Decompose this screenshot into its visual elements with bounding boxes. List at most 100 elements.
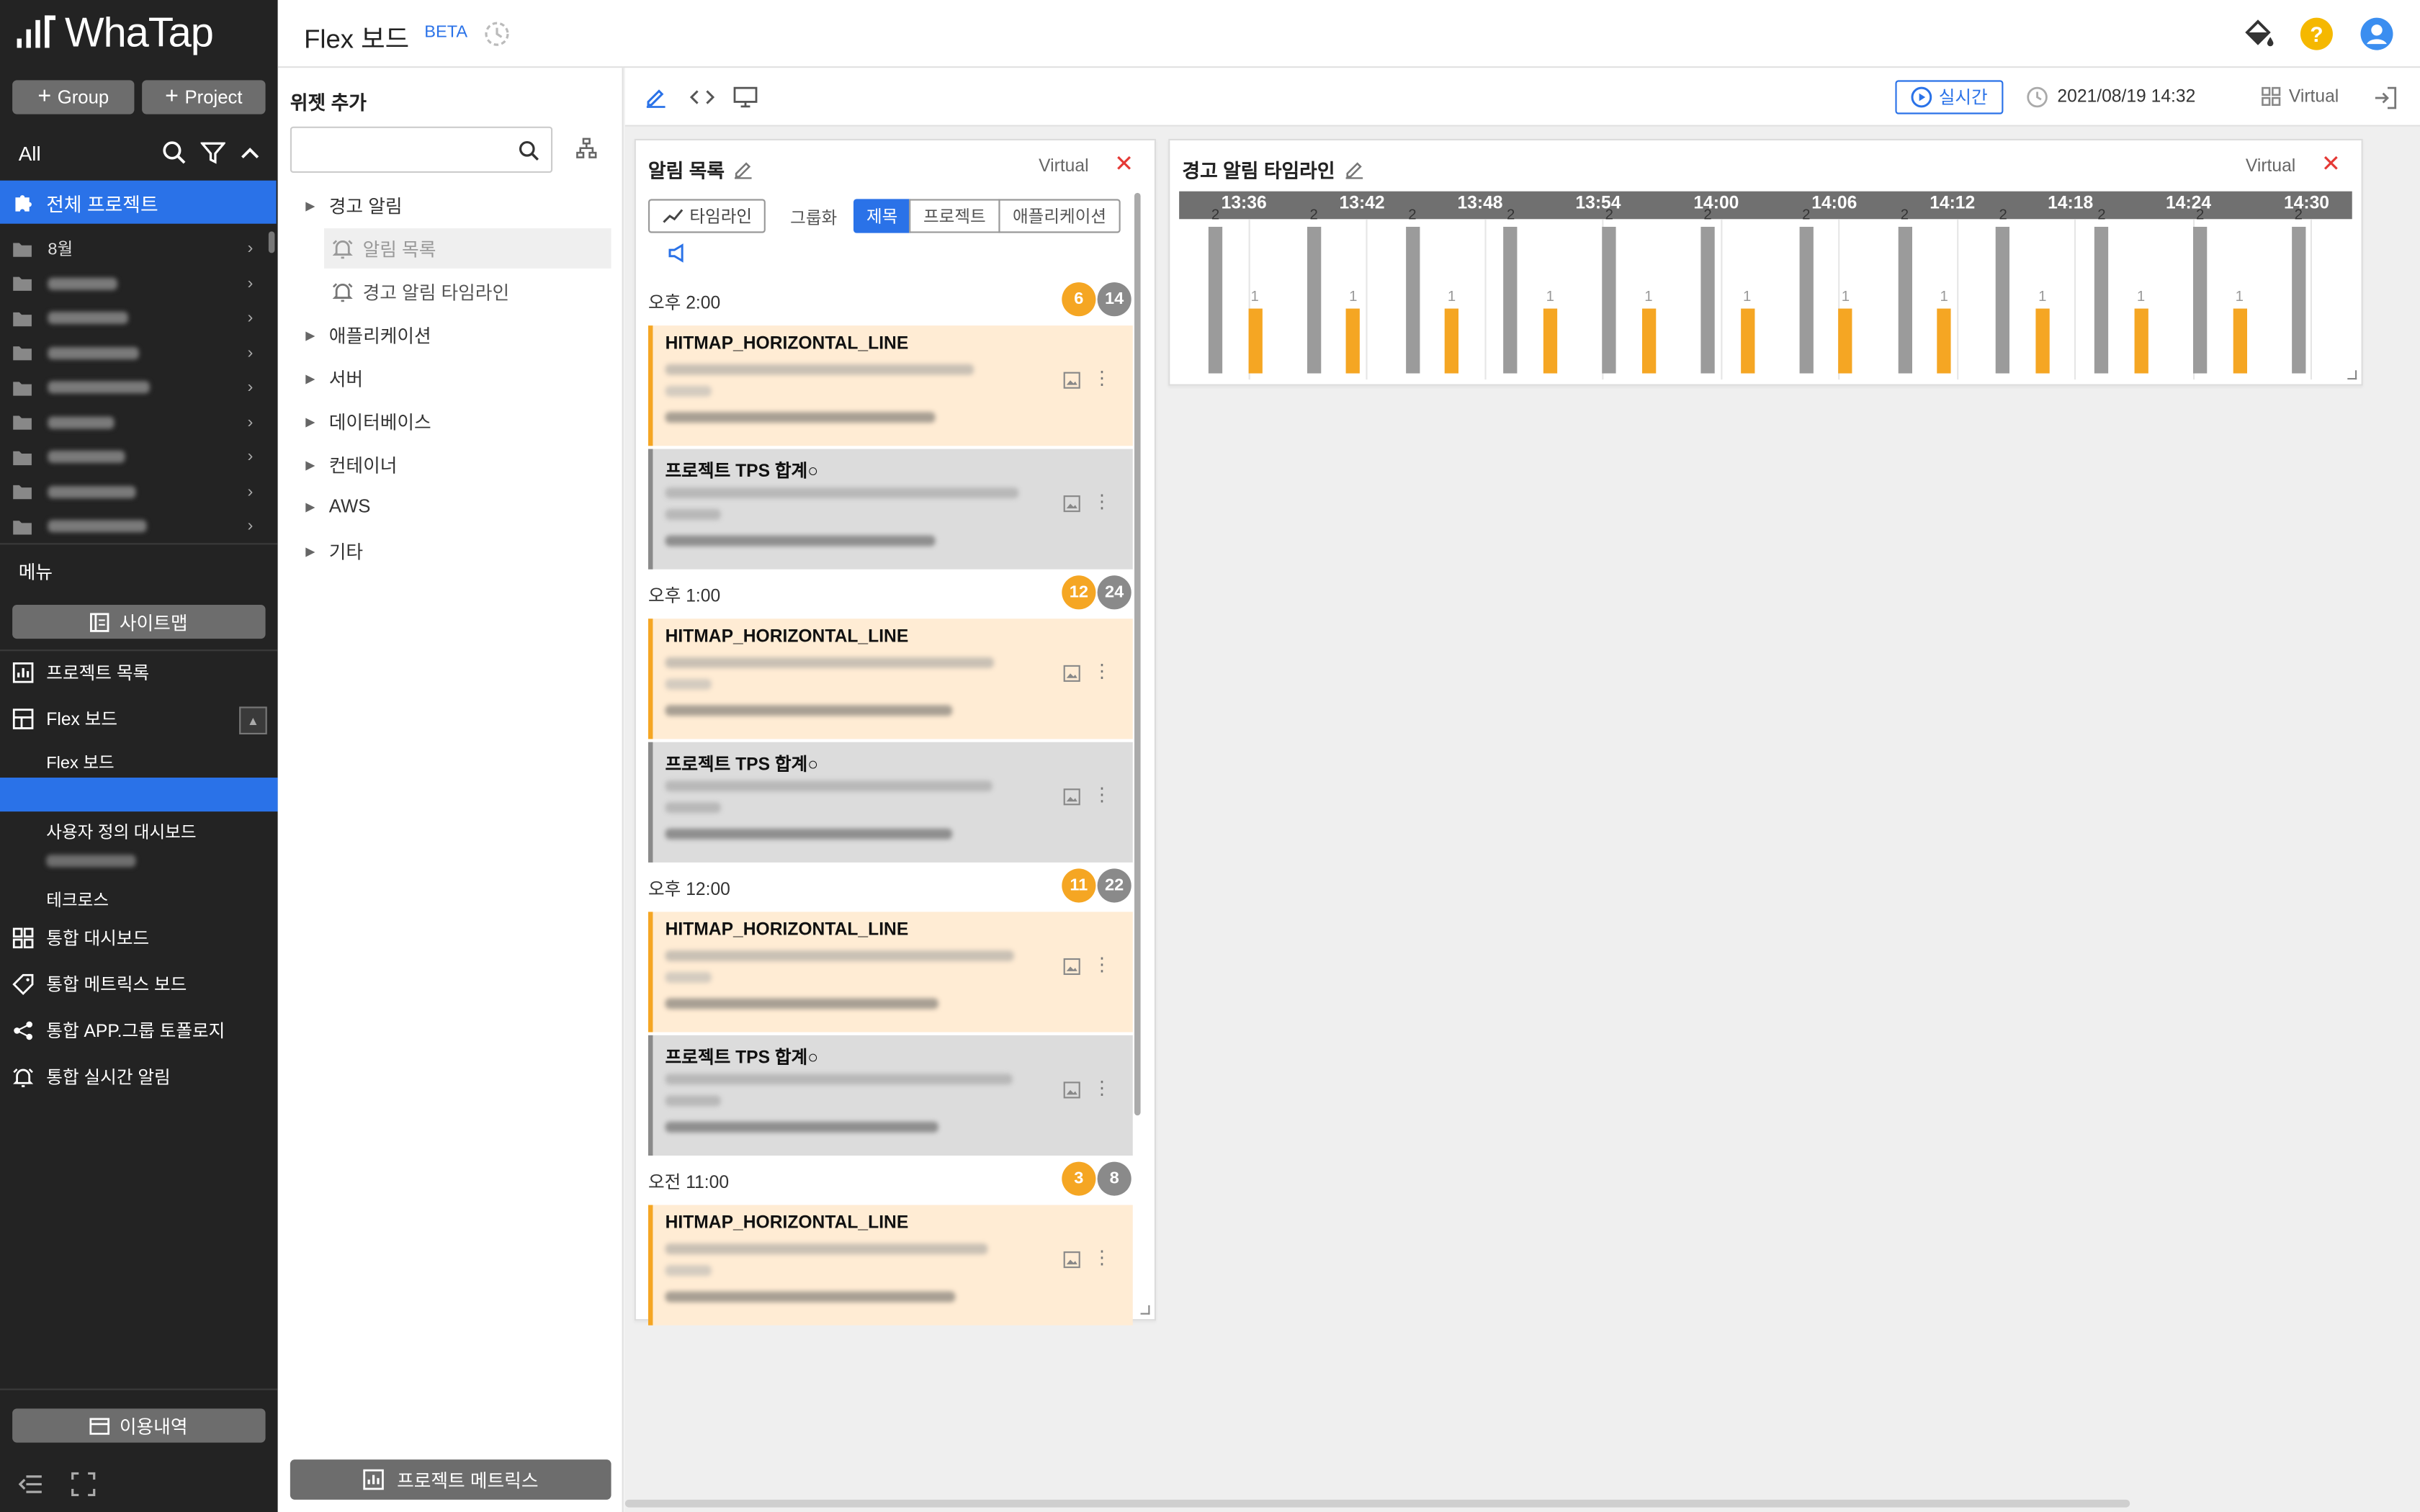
timeline-warning-bar[interactable]: [1543, 308, 1557, 374]
submenu-techcross[interactable]: 테크로스: [46, 887, 109, 912]
alert-item[interactable]: HITMAP_HORIZONTAL_LINE Horizontal line de…: [648, 912, 1133, 1032]
timeline-warning-bar[interactable]: [2232, 308, 2246, 374]
alert-list-scrollbar[interactable]: [1134, 192, 1141, 1116]
add-project-button[interactable]: + Project: [142, 80, 266, 114]
user-avatar-icon[interactable]: [2360, 17, 2393, 51]
timeline-warning-bar[interactable]: [1641, 308, 1656, 374]
tree-alert[interactable]: ▶ 경고 알림: [305, 193, 402, 219]
brand-logo[interactable]: WhaTap: [15, 6, 214, 59]
timeline-warning-bar[interactable]: [1247, 308, 1262, 374]
search-icon[interactable]: [519, 140, 539, 161]
more-vertical-icon[interactable]: ⋮: [1093, 367, 1111, 389]
image-icon[interactable]: [1063, 495, 1080, 513]
image-icon[interactable]: [1063, 1251, 1080, 1269]
hierarchy-icon[interactable]: [575, 138, 597, 159]
timeline-warning-bar[interactable]: [1937, 308, 1951, 374]
alert-item[interactable]: 프로젝트 TPS 합계○ Virtual's TPS is 74.12916737…: [648, 742, 1133, 863]
usage-button[interactable]: 이용내역: [12, 1408, 266, 1443]
timeline-critical-bar[interactable]: [2291, 227, 2305, 374]
more-vertical-icon[interactable]: ⋮: [1093, 490, 1111, 512]
widget-search-input[interactable]: [300, 131, 517, 171]
menu-integrated-alert[interactable]: 통합 실시간 알림: [0, 1058, 278, 1095]
image-icon[interactable]: [1063, 372, 1080, 389]
history-icon[interactable]: [483, 20, 511, 48]
tree-alert-list[interactable]: 알림 목록: [324, 228, 611, 269]
timeline-critical-bar[interactable]: [1208, 227, 1223, 374]
project-metrics-button[interactable]: 프로젝트 메트릭스: [290, 1459, 611, 1500]
all-filter-label[interactable]: All: [19, 141, 41, 164]
sidebar-folder-item[interactable]: PHP-DEMO ›: [12, 512, 265, 540]
timeline-warning-bar[interactable]: [1740, 308, 1754, 374]
more-vertical-icon[interactable]: ⋮: [1093, 1077, 1111, 1099]
paint-bucket-icon[interactable]: [2241, 17, 2275, 51]
submenu-blurred-item[interactable]: honam_dev: [46, 855, 136, 868]
timeline-critical-bar[interactable]: [1307, 227, 1321, 374]
group-by-title-tab[interactable]: 제목: [853, 199, 911, 233]
realtime-button[interactable]: 실시간: [1895, 80, 2004, 114]
alert-item[interactable]: HITMAP_HORIZONTAL_LINE Horizontal line de…: [648, 325, 1133, 446]
alert-item[interactable]: HITMAP_HORIZONTAL_LINE Horizontal line de…: [648, 1205, 1133, 1326]
timeline-warning-bar[interactable]: [1444, 308, 1459, 374]
timeline-critical-bar[interactable]: [2193, 227, 2208, 374]
alert-item[interactable]: 프로젝트 TPS 합계○ Virtual's TPS is 78.79166754…: [648, 449, 1133, 570]
timeline-warning-bar[interactable]: [2133, 308, 2148, 374]
chevron-up-icon[interactable]: [239, 140, 261, 165]
project-selector[interactable]: Virtual: [2261, 86, 2339, 107]
tree-database[interactable]: ▶ 데이터베이스: [305, 409, 431, 435]
sidebar-folder-item[interactable]: GROUP_SEO ›: [12, 304, 265, 332]
sidebar-folder-item[interactable]: OTS SELF ›: [12, 477, 265, 505]
edit-title-icon[interactable]: [734, 159, 754, 179]
resize-handle[interactable]: [2347, 370, 2357, 380]
sidebar-folder-item[interactable]: Hwanseok-Group ›: [12, 338, 265, 366]
tree-alert-timeline[interactable]: 경고 알림 타임라인: [324, 271, 611, 312]
sidebar-folder-item[interactable]: Hwanseok-Test-Group3 ›: [12, 408, 265, 436]
monitor-icon[interactable]: [733, 86, 758, 108]
more-vertical-icon[interactable]: ⋮: [1093, 660, 1111, 682]
search-icon[interactable]: [162, 140, 187, 165]
add-group-button[interactable]: + Group: [12, 80, 135, 114]
collapse-sidebar-icon[interactable]: [18, 1472, 43, 1496]
help-icon[interactable]: ?: [2300, 17, 2334, 51]
menu-integrated-metrics[interactable]: 통합 메트릭스 보드: [0, 966, 278, 1002]
sidebar-scrollbar[interactable]: [268, 231, 275, 253]
sidebar-folder-item[interactable]: Kubernetes DEV ›: [12, 443, 265, 471]
collapse-menu-button[interactable]: ▲: [239, 706, 267, 734]
image-icon[interactable]: [1063, 665, 1080, 683]
timeline-critical-bar[interactable]: [1799, 227, 1814, 374]
close-icon[interactable]: ✕: [2321, 152, 2341, 177]
alert-item[interactable]: 프로젝트 TPS 합계○ Virtual's TPS is 65.58571447…: [648, 1035, 1133, 1156]
speaker-icon[interactable]: [667, 242, 689, 264]
image-icon[interactable]: [1063, 788, 1080, 806]
timeline-warning-bar[interactable]: [1838, 308, 1853, 374]
alert-item[interactable]: HITMAP_HORIZONTAL_LINE Horizontal line de…: [648, 618, 1133, 739]
edit-icon[interactable]: [645, 86, 667, 108]
tree-etc[interactable]: ▶ 기타: [305, 539, 363, 564]
timeline-toggle-button[interactable]: 타임라인: [648, 199, 766, 233]
close-icon[interactable]: ✕: [1114, 152, 1134, 177]
sitemap-button[interactable]: 사이트맵: [12, 605, 266, 639]
sidebar-folder-item[interactable]: EUNHA ›: [12, 269, 265, 297]
sidebar-folder-item[interactable]: 8월 ›: [12, 235, 265, 263]
menu-project-list[interactable]: 프로젝트 목록: [0, 654, 278, 691]
resize-handle[interactable]: [1140, 1305, 1150, 1315]
menu-integrated-topology[interactable]: 통합 APP.그룹 토폴로지: [0, 1012, 278, 1049]
timeline-critical-bar[interactable]: [1405, 227, 1420, 374]
tree-aws[interactable]: ▶ AWS: [305, 495, 370, 517]
filter-icon[interactable]: [200, 140, 225, 165]
menu-integrated-dashboard[interactable]: 통합 대시보드: [0, 919, 278, 956]
more-vertical-icon[interactable]: ⋮: [1093, 784, 1111, 806]
edit-title-icon[interactable]: [1344, 159, 1364, 179]
more-vertical-icon[interactable]: ⋮: [1093, 1246, 1111, 1268]
datetime-picker[interactable]: 2021/08/19 14:32: [2027, 86, 2195, 108]
tree-server[interactable]: ▶ 서버: [305, 366, 363, 392]
timeline-critical-bar[interactable]: [1602, 227, 1616, 374]
more-vertical-icon[interactable]: ⋮: [1093, 953, 1111, 975]
group-by-application-tab[interactable]: 애플리케이션: [998, 199, 1121, 233]
timeline-warning-bar[interactable]: [1346, 308, 1361, 374]
all-projects-item[interactable]: 전체 프로젝트: [0, 180, 277, 224]
group-by-project-tab[interactable]: 프로젝트: [909, 199, 1000, 233]
submenu-custom-dashboard[interactable]: 사용자 정의 대시보드: [46, 819, 196, 844]
canvas-horizontal-scrollbar[interactable]: [624, 1499, 2130, 1508]
timeline-critical-bar[interactable]: [2094, 227, 2109, 374]
menu-flex-board[interactable]: Flex 보드: [0, 701, 278, 737]
